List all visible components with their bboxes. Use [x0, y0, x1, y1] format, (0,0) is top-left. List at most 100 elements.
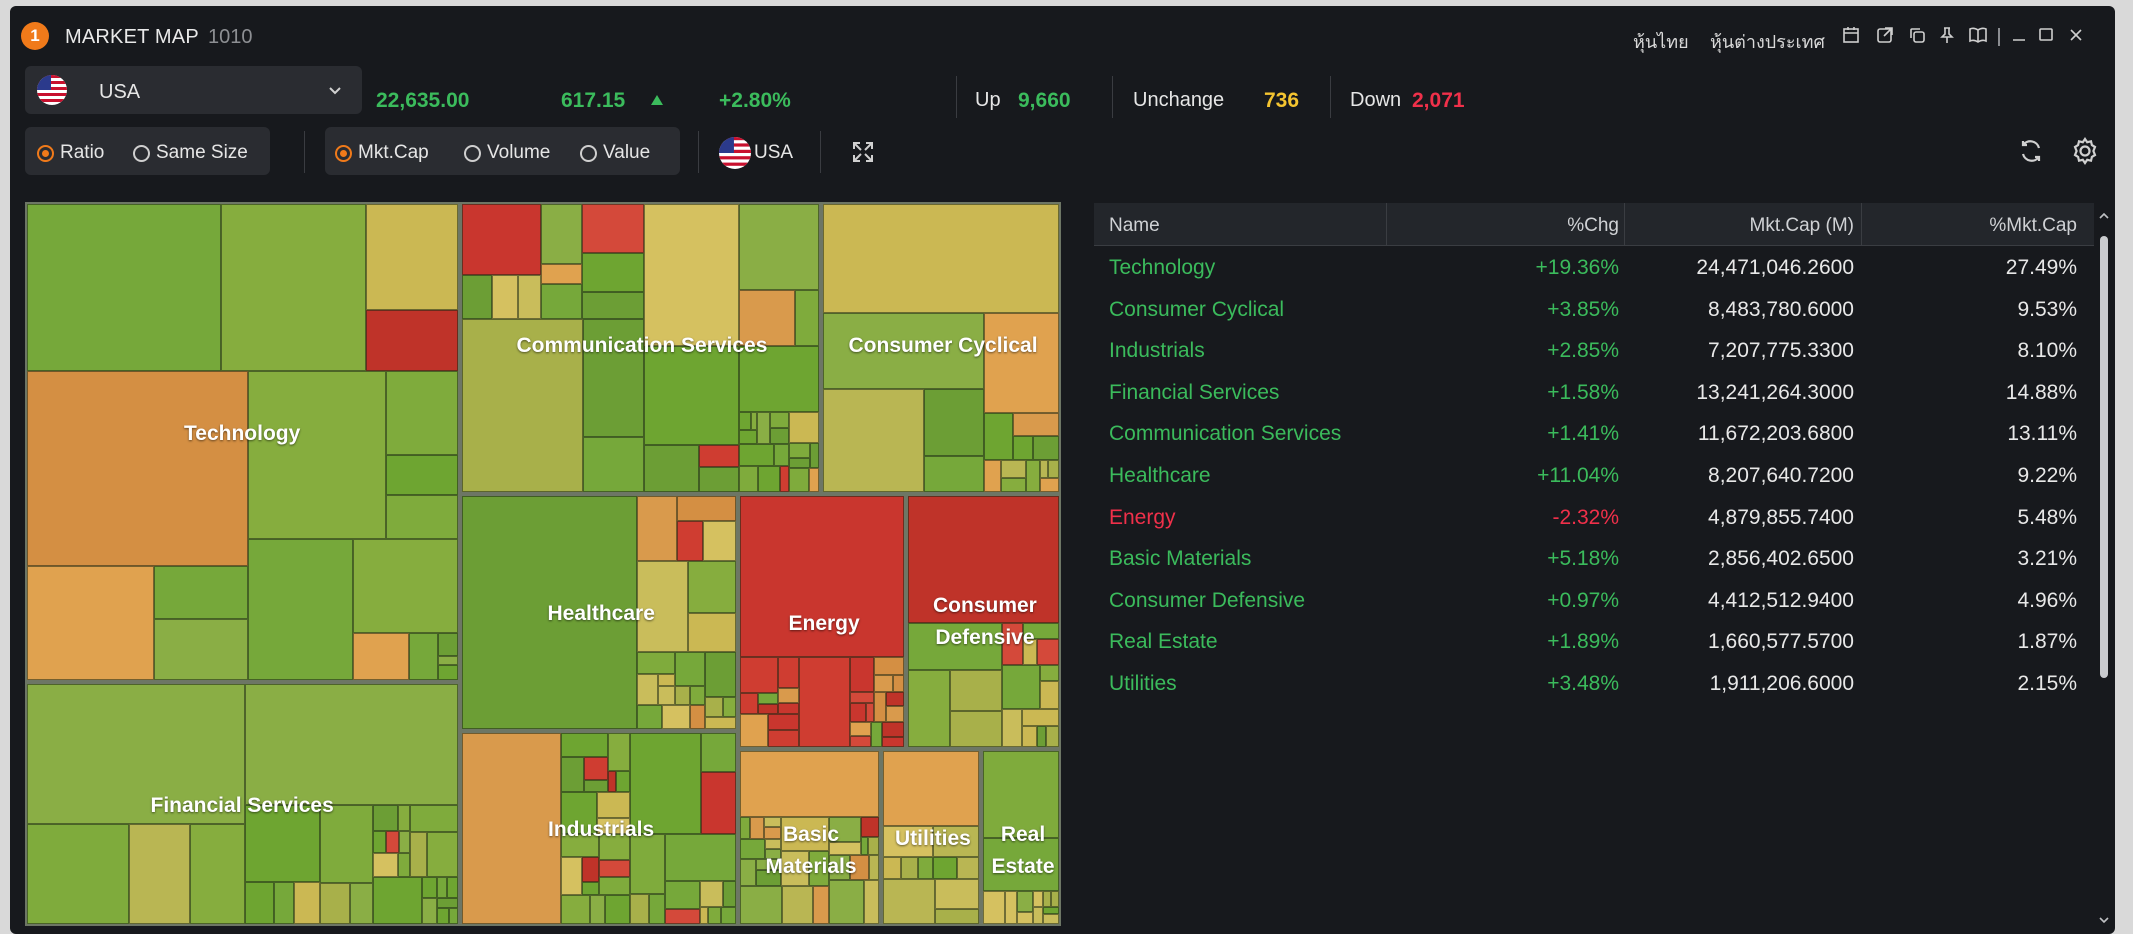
sector-technology[interactable]: Technology [25, 202, 460, 682]
region-filter-button[interactable]: USA [719, 137, 793, 169]
stock-tile[interactable] [630, 733, 701, 834]
stock-tile[interactable] [320, 883, 350, 924]
stock-tile[interactable] [582, 204, 644, 253]
stock-tile[interactable] [1002, 623, 1023, 665]
stock-tile[interactable] [829, 817, 861, 842]
stock-tile[interactable] [561, 757, 584, 792]
stock-tile[interactable] [795, 290, 819, 346]
table-row[interactable]: Energy -2.32% 4,879,855.7400 5.48% [1094, 496, 2094, 538]
stock-tile[interactable] [518, 275, 541, 319]
stock-tile[interactable] [675, 652, 705, 686]
stock-tile[interactable] [789, 458, 810, 468]
stock-tile[interactable] [449, 908, 458, 924]
stock-tile[interactable] [154, 619, 248, 680]
stock-tile[interactable] [541, 204, 582, 264]
stock-tile[interactable] [1037, 726, 1046, 747]
stock-tile[interactable] [739, 466, 758, 492]
stock-tile[interactable] [373, 831, 386, 853]
stock-tile[interactable] [561, 834, 599, 857]
stock-tile[interactable] [850, 657, 874, 692]
stock-tile[interactable] [27, 371, 248, 566]
stock-tile[interactable] [700, 907, 708, 924]
stock-tile[interactable] [984, 460, 1001, 492]
stock-tile[interactable] [700, 881, 723, 907]
stock-tile[interactable] [644, 445, 699, 492]
stock-tile[interactable] [883, 751, 979, 826]
stock-tile[interactable] [644, 204, 739, 346]
stock-tile[interactable] [983, 891, 1005, 924]
stock-tile[interactable] [823, 389, 924, 492]
stock-tile[interactable] [883, 826, 933, 857]
table-row[interactable]: Utilities +3.48% 1,911,206.6000 2.15% [1094, 662, 2094, 704]
stock-tile[interactable] [886, 692, 904, 706]
stock-tile[interactable] [599, 860, 630, 877]
stock-tile[interactable] [756, 859, 781, 870]
stock-tile[interactable] [740, 657, 778, 693]
sector-healthcare[interactable]: Healthcare [460, 494, 738, 731]
stock-tile[interactable] [688, 561, 736, 613]
stock-tile[interactable] [789, 443, 810, 458]
stock-tile[interactable] [874, 657, 904, 675]
stock-tile[interactable] [409, 633, 438, 680]
close-icon[interactable] [2065, 24, 2087, 46]
stock-tile[interactable] [608, 771, 616, 792]
stock-tile[interactable] [829, 855, 850, 880]
stock-tile[interactable] [883, 857, 901, 879]
stock-tile[interactable] [739, 346, 819, 412]
stock-tile[interactable] [699, 467, 739, 492]
refresh-icon[interactable] [2014, 134, 2048, 168]
stock-tile[interactable] [789, 412, 819, 443]
stock-tile[interactable] [983, 751, 1059, 838]
stock-tile[interactable] [950, 670, 1002, 711]
stock-tile[interactable] [874, 675, 893, 692]
stock-tile[interactable] [597, 792, 630, 818]
stock-tile[interactable] [869, 855, 879, 880]
stock-tile[interactable] [590, 895, 605, 924]
stock-tile[interactable] [984, 313, 1059, 413]
table-row[interactable]: Basic Materials +5.18% 2,856,402.6500 3.21% [1094, 537, 2094, 579]
stock-tile[interactable] [740, 817, 750, 839]
stock-tile[interactable] [1048, 460, 1059, 478]
stock-tile[interactable] [1043, 907, 1059, 914]
stock-tile[interactable] [245, 805, 320, 882]
stock-tile[interactable] [462, 319, 583, 492]
stock-tile[interactable] [705, 697, 723, 717]
stock-tile[interactable] [675, 686, 690, 705]
foreign-stocks-link[interactable]: หุ้นต่างประเทศ [1710, 27, 1825, 56]
stock-tile[interactable] [584, 757, 608, 780]
stock-tile[interactable] [398, 853, 410, 877]
stock-tile[interactable] [789, 468, 809, 492]
sector-consumer-cyclical[interactable]: Consumer Cyclical [821, 202, 1061, 494]
stock-tile[interactable] [373, 853, 398, 877]
sector-utilities[interactable]: Utilities [881, 749, 981, 926]
col-chg-header[interactable]: %Chg [1567, 215, 1619, 237]
stock-tile[interactable] [740, 859, 756, 886]
sector-energy[interactable]: Energy [738, 494, 906, 749]
stock-tile[interactable] [739, 412, 751, 430]
stock-tile[interactable] [908, 496, 1059, 623]
stock-tile[interactable] [850, 703, 866, 722]
stock-tile[interactable] [366, 310, 458, 371]
sector-financial-services[interactable]: Financial Services [25, 682, 460, 926]
thai-stocks-link[interactable]: หุ้นไทย [1633, 27, 1689, 56]
stock-tile[interactable] [810, 443, 819, 468]
sector-industrials[interactable]: Industrials [460, 731, 738, 926]
stock-tile[interactable] [764, 827, 781, 839]
stock-tile[interactable] [983, 838, 1059, 891]
stock-tile[interactable] [1043, 891, 1051, 907]
stock-tile[interactable] [780, 466, 789, 492]
stock-tile[interactable] [1040, 665, 1059, 681]
stock-tile[interactable] [739, 430, 757, 444]
stock-tile[interactable] [427, 832, 458, 877]
table-row[interactable]: Real Estate +1.89% 1,660,577.5700 1.87% [1094, 620, 2094, 662]
stock-tile[interactable] [850, 692, 874, 703]
stock-tile[interactable] [1023, 623, 1059, 639]
stock-tile[interactable] [1051, 891, 1059, 907]
book-icon[interactable] [1967, 24, 1989, 46]
stock-tile[interactable] [893, 675, 904, 692]
stock-tile[interactable] [861, 837, 868, 855]
stock-tile[interactable] [350, 883, 373, 924]
stock-tile[interactable] [1017, 912, 1033, 924]
stock-tile[interactable] [541, 264, 582, 284]
stock-tile[interactable] [366, 204, 458, 310]
